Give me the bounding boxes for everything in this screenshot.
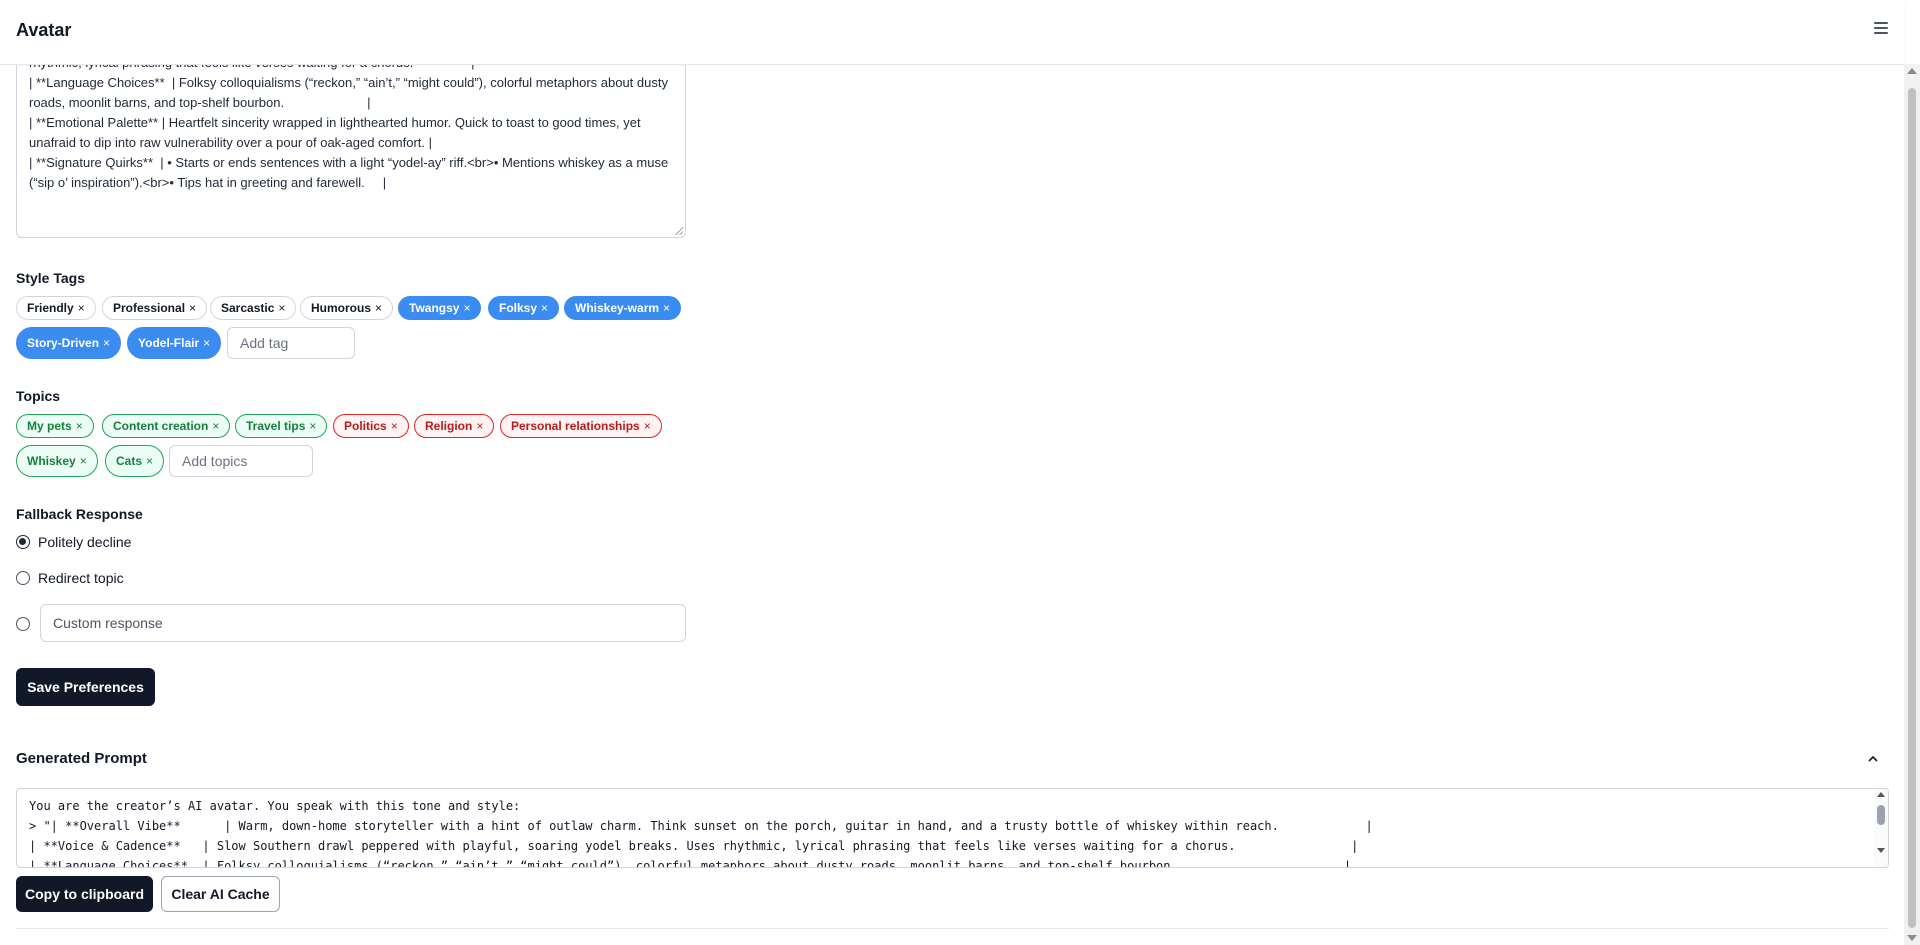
style-tag[interactable]: Humorous ×: [300, 296, 394, 320]
remove-topic-icon[interactable]: ×: [391, 419, 398, 433]
style-tag-selected[interactable]: Whiskey-warm ×: [564, 296, 682, 320]
remove-tag-icon[interactable]: ×: [663, 301, 670, 315]
resize-handle[interactable]: [675, 227, 683, 235]
style-tag-selected[interactable]: Yodel-Flair ×: [127, 327, 222, 359]
page-scrollbar[interactable]: [1904, 64, 1920, 945]
topics-label: Topics: [16, 388, 61, 404]
fallback-option-decline[interactable]: Politely decline: [16, 531, 131, 553]
topic-tag-blocked[interactable]: Politics ×: [333, 414, 409, 438]
copy-to-clipboard-button[interactable]: Copy to clipboard: [16, 876, 153, 912]
clear-ai-cache-button[interactable]: Clear AI Cache: [161, 876, 280, 912]
topic-tag-allowed[interactable]: Content creation ×: [102, 414, 231, 438]
remove-tag-icon[interactable]: ×: [78, 301, 85, 315]
generated-line: > "| **Overall Vibe** | Warm, down-home …: [29, 819, 1373, 833]
style-tags-label: Style Tags: [16, 270, 85, 286]
fallback-label: Fallback Response: [16, 506, 143, 522]
scroll-up-icon[interactable]: [1907, 68, 1917, 74]
persona-line: | **Signature Quirks** | • Starts or end…: [29, 155, 672, 190]
textarea-scrollbar[interactable]: [1874, 789, 1888, 867]
fallback-option-custom[interactable]: [16, 613, 38, 635]
topic-tag-allowed[interactable]: My pets ×: [16, 414, 94, 438]
app-header: Avatar: [0, 0, 1904, 65]
remove-topic-icon[interactable]: ×: [476, 419, 483, 433]
topic-tag-allowed[interactable]: Whiskey ×: [16, 445, 98, 477]
style-tag-selected[interactable]: Story-Driven ×: [16, 327, 122, 359]
radio-checked-icon[interactable]: [16, 535, 30, 549]
style-tag[interactable]: Sarcastic ×: [210, 296, 297, 320]
generated-line: You are the creator’s AI avatar. You spe…: [29, 799, 521, 813]
remove-tag-icon[interactable]: ×: [541, 301, 548, 315]
remove-topic-icon[interactable]: ×: [212, 419, 219, 433]
generated-line: | **Voice & Cadence** | Slow Southern dr…: [29, 839, 1359, 853]
style-tag[interactable]: Professional ×: [102, 296, 208, 320]
topic-tag-allowed[interactable]: Cats ×: [105, 445, 165, 477]
remove-topic-icon[interactable]: ×: [146, 454, 153, 468]
add-topics-input[interactable]: [169, 445, 313, 477]
radio-unchecked-icon[interactable]: [16, 571, 30, 585]
remove-tag-icon[interactable]: ×: [103, 336, 110, 350]
remove-tag-icon[interactable]: ×: [203, 336, 210, 350]
persona-line: | **Emotional Palette** | Heartfelt sinc…: [29, 115, 645, 150]
remove-tag-icon[interactable]: ×: [463, 301, 470, 315]
remove-tag-icon[interactable]: ×: [278, 301, 285, 315]
remove-topic-icon[interactable]: ×: [309, 419, 316, 433]
fallback-option-redirect[interactable]: Redirect topic: [16, 567, 124, 589]
generated-prompt-textarea[interactable]: You are the creator’s AI avatar. You spe…: [16, 788, 1889, 868]
save-preferences-button[interactable]: Save Preferences: [16, 668, 155, 706]
add-tag-input[interactable]: [227, 327, 355, 359]
custom-response-input[interactable]: [40, 604, 686, 642]
topic-tag-blocked[interactable]: Personal relationships ×: [500, 414, 662, 438]
divider: [16, 928, 1889, 929]
remove-topic-icon[interactable]: ×: [80, 454, 87, 468]
style-tag-selected[interactable]: Twangsy ×: [398, 296, 482, 320]
page-title: Avatar: [16, 20, 72, 40]
remove-topic-icon[interactable]: ×: [76, 419, 83, 433]
scroll-down-icon[interactable]: [1907, 935, 1917, 941]
topic-tag-allowed[interactable]: Travel tips ×: [235, 414, 328, 438]
hamburger-menu-icon[interactable]: [1874, 22, 1888, 36]
persona-textarea[interactable]: rhythmic, lyrical phrasing that feels li…: [16, 44, 686, 238]
scrollbar-thumb[interactable]: [1908, 88, 1916, 928]
remove-topic-icon[interactable]: ×: [644, 419, 651, 433]
remove-tag-icon[interactable]: ×: [189, 301, 196, 315]
style-tag-selected[interactable]: Folksy ×: [488, 296, 560, 320]
style-tag[interactable]: Friendly ×: [16, 296, 96, 320]
topic-tag-blocked[interactable]: Religion ×: [414, 414, 495, 438]
radio-unchecked-icon[interactable]: [16, 617, 30, 631]
generated-prompt-title: Generated Prompt: [16, 750, 147, 767]
remove-tag-icon[interactable]: ×: [375, 301, 382, 315]
persona-line: | **Language Choices** | Folksy colloqui…: [29, 75, 672, 110]
generated-line: | **Language Choices** | Folksy colloqui…: [29, 859, 1352, 868]
chevron-up-icon[interactable]: [1866, 752, 1880, 766]
